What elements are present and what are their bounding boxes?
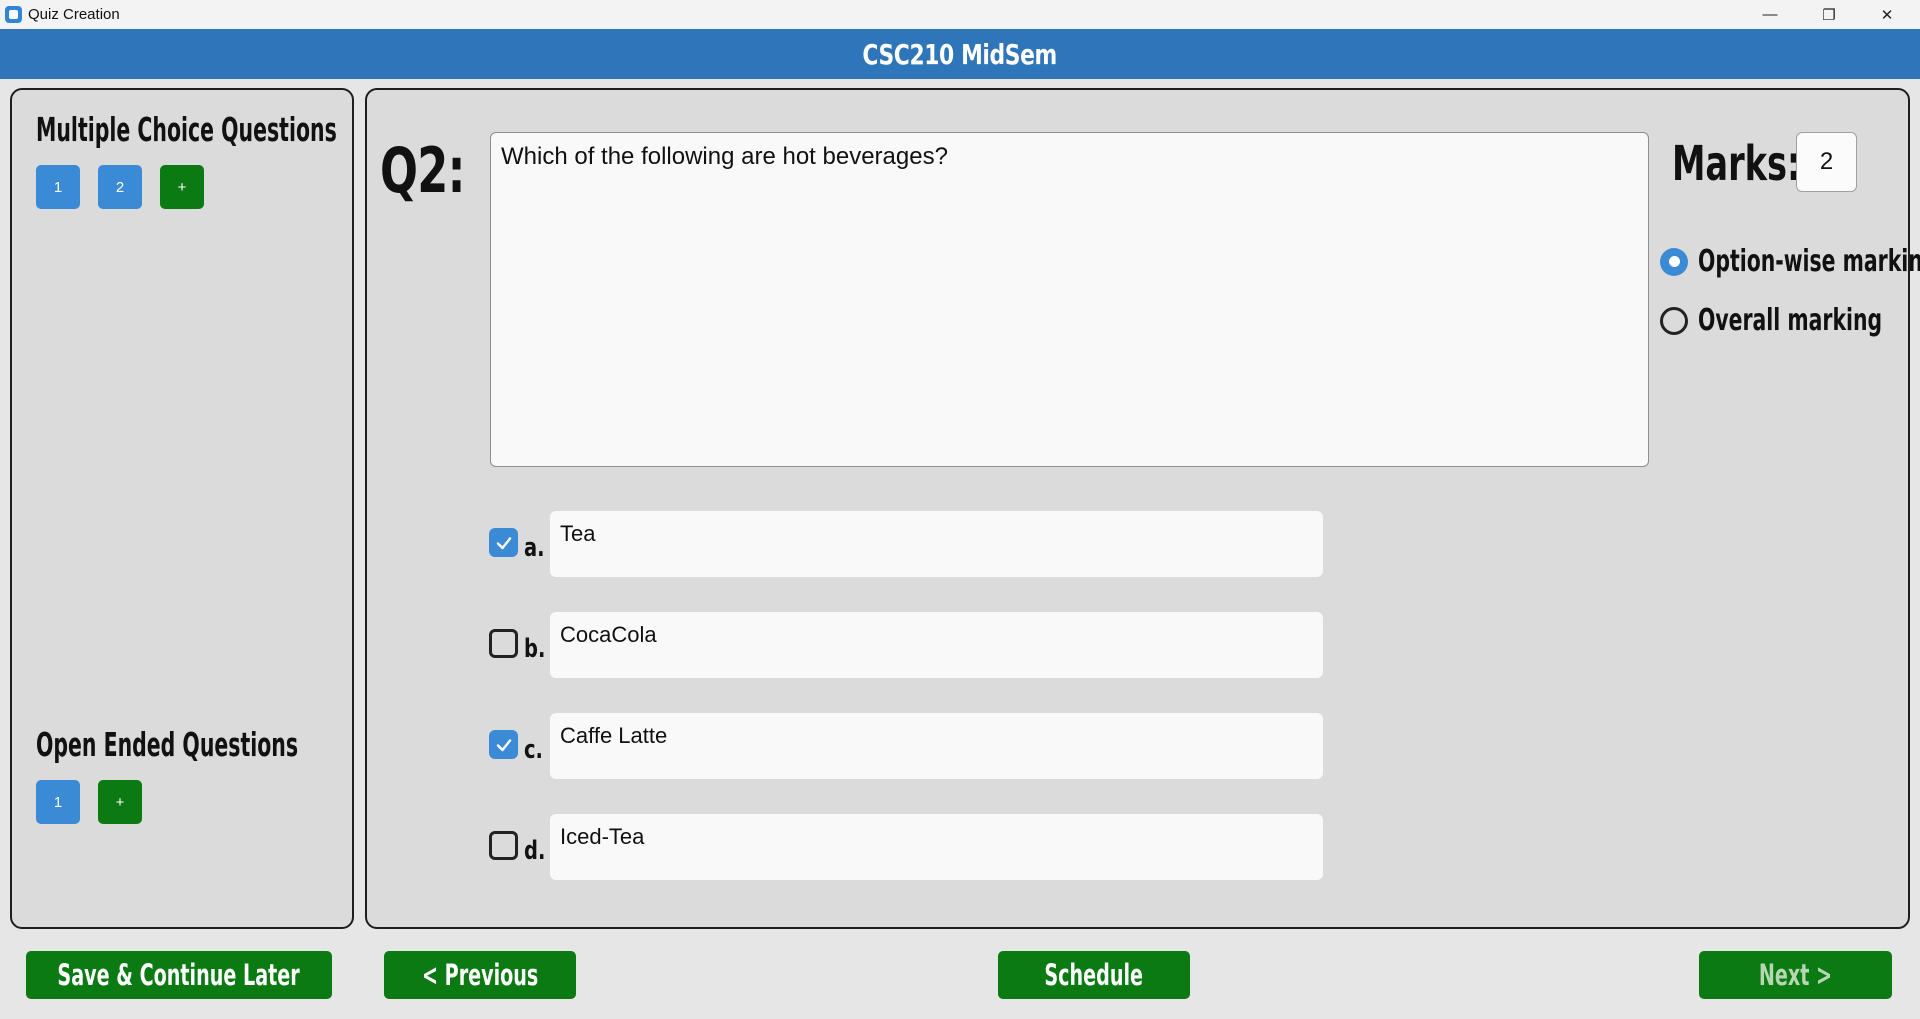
add-mcq-button[interactable]: + — [160, 165, 204, 209]
close-button[interactable]: ✕ — [1859, 0, 1915, 29]
option-a-checkbox[interactable] — [489, 528, 518, 557]
question-text-input[interactable]: Which of the following are hot beverages… — [490, 132, 1649, 467]
save-continue-later-label: Save & Continue Later — [57, 958, 301, 992]
restore-button[interactable]: ❐ — [1801, 0, 1857, 29]
next-label: Next > — [1758, 958, 1833, 992]
open-ended-section-title: Open Ended Questions — [36, 725, 299, 764]
question-navigator-panel: Multiple Choice Questions 1 2 + Open End… — [10, 88, 354, 929]
minimize-icon: — — [1762, 6, 1778, 23]
option-b-checkbox[interactable] — [489, 629, 518, 658]
window-titlebar: Quiz Creation — ❐ ✕ — [0, 0, 1920, 29]
previous-label: < Previous — [421, 958, 539, 992]
option-a-letter: a. — [524, 533, 545, 563]
schedule-button[interactable]: Schedule — [998, 951, 1190, 999]
window-title: Quiz Creation — [28, 6, 120, 23]
open-question-1-button[interactable]: 1 — [36, 780, 80, 824]
quiz-header: CSC210 MidSem — [0, 29, 1920, 79]
option-d-letter: d. — [524, 836, 546, 866]
schedule-label: Schedule — [1044, 958, 1144, 992]
option-c-input[interactable]: Caffe Latte — [550, 713, 1323, 779]
add-open-question-button[interactable]: + — [98, 780, 142, 824]
previous-button[interactable]: < Previous — [384, 951, 576, 999]
option-wise-marking-radio[interactable]: Option-wise marking — [1660, 244, 1920, 279]
option-a-input[interactable]: Tea — [550, 511, 1323, 577]
mcq-question-1-button[interactable]: 1 — [36, 165, 80, 209]
restore-icon: ❐ — [1822, 6, 1836, 24]
radio-unselected-icon — [1660, 306, 1688, 335]
overall-marking-radio[interactable]: Overall marking — [1660, 303, 1920, 338]
marks-input[interactable]: 2 — [1796, 132, 1857, 192]
checkmark-icon — [496, 738, 511, 751]
next-button[interactable]: Next > — [1699, 951, 1892, 999]
option-d-checkbox[interactable] — [489, 831, 518, 860]
option-b-letter: b. — [524, 634, 546, 664]
quiz-title: CSC210 MidSem — [862, 37, 1058, 71]
mcq-question-2-button[interactable]: 2 — [98, 165, 142, 209]
close-icon: ✕ — [1880, 6, 1894, 24]
option-b-input[interactable]: CocaCola — [550, 612, 1323, 678]
question-editor-panel: Q2: Which of the following are hot bever… — [365, 88, 1920, 929]
radio-selected-icon — [1660, 247, 1688, 276]
overall-marking-label: Overall marking — [1698, 303, 1883, 338]
checkmark-icon — [496, 536, 511, 549]
option-d-input[interactable]: Iced-Tea — [550, 814, 1323, 880]
option-c-checkbox[interactable] — [489, 730, 518, 759]
mcq-section-title: Multiple Choice Questions — [36, 110, 337, 149]
marks-label: Marks: — [1672, 136, 1801, 192]
option-wise-marking-label: Option-wise marking — [1698, 244, 1920, 279]
option-c-letter: c. — [524, 735, 543, 765]
minimize-button[interactable]: — — [1742, 0, 1798, 29]
app-icon — [5, 6, 22, 23]
save-continue-later-button[interactable]: Save & Continue Later — [26, 951, 332, 999]
question-number-label: Q2: — [380, 134, 465, 207]
